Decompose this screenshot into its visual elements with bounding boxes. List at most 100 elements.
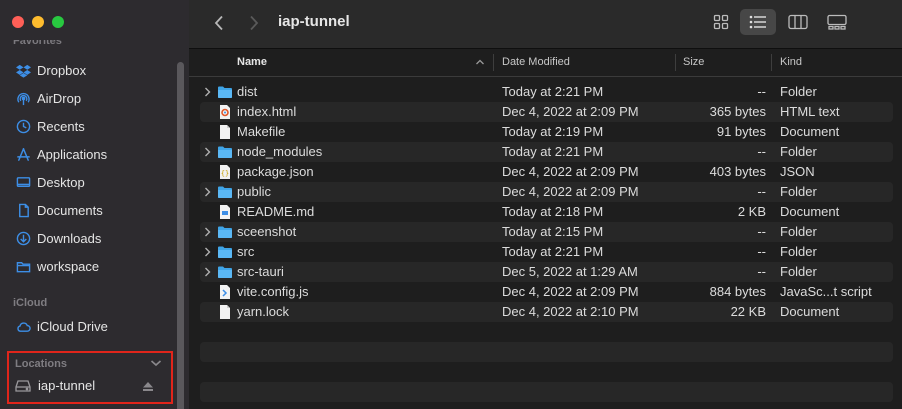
forward-button[interactable]: [244, 13, 264, 33]
file-name: public: [237, 184, 271, 199]
list-view-button[interactable]: [740, 9, 776, 35]
sidebar-item-workspace[interactable]: workspace: [15, 255, 99, 277]
sidebar-item-downloads[interactable]: Downloads: [15, 227, 101, 249]
sidebar-item-iap-tunnel[interactable]: iap-tunnel: [15, 378, 95, 393]
file-icon: [217, 124, 233, 140]
folder-icon: [217, 144, 233, 160]
chevron-right-icon: [250, 15, 259, 31]
file-kind: JavaSc...t script: [780, 284, 872, 299]
file-row[interactable]: yarn.lock Dec 4, 2022 at 2:10 PM 22 KB Docu…: [200, 302, 893, 322]
close-window-button[interactable]: [12, 16, 24, 28]
file-row[interactable]: vite.config.js Dec 4, 2022 at 2:09 PM 884 …: [200, 282, 893, 302]
file-icon: [217, 204, 233, 220]
disclosure-triangle-icon[interactable]: [204, 147, 211, 157]
file-name: package.json: [237, 164, 314, 179]
column-header-date[interactable]: Date Modified: [502, 56, 570, 68]
sidebar-item-label: Downloads: [37, 230, 102, 246]
sidebar-item-label: iap-tunnel: [38, 378, 96, 393]
file-size: 365 bytes: [709, 104, 766, 119]
clock-icon: [15, 118, 31, 134]
sidebar-item-dropbox[interactable]: Dropbox: [15, 59, 86, 81]
file-date: Today at 2:19 PM: [502, 124, 604, 139]
minimize-window-button[interactable]: [32, 16, 44, 28]
sidebar-item-label: workspace: [37, 258, 100, 274]
file-size: 91 bytes: [716, 124, 766, 139]
sidebar-item-label: Applications: [37, 146, 108, 162]
file-row[interactable]: sceenshot Today at 2:15 PM -- Folder: [200, 222, 893, 242]
column-header-size[interactable]: Size: [683, 56, 704, 68]
file-date: Dec 5, 2022 at 1:29 AM: [502, 264, 638, 279]
file-row[interactable]: node_modules Today at 2:21 PM -- Folder: [200, 142, 893, 162]
file-size: --: [757, 84, 766, 99]
sidebar-item-recents[interactable]: Recents: [15, 115, 85, 137]
file-kind: Document: [780, 124, 840, 139]
sidebar-item-icloud-drive[interactable]: iCloud Drive: [15, 315, 108, 337]
empty-row: [200, 382, 893, 402]
file-date: Dec 4, 2022 at 2:10 PM: [502, 304, 639, 319]
gallery-view-button[interactable]: [819, 9, 855, 35]
file-row[interactable]: public Dec 4, 2022 at 2:09 PM -- Folder: [200, 182, 893, 202]
sidebar-item-label: Dropbox: [37, 62, 87, 78]
sidebar-scrollbar[interactable]: [177, 62, 184, 409]
file-date: Today at 2:21 PM: [502, 244, 604, 259]
file-row[interactable]: src Today at 2:21 PM -- Folder: [200, 242, 893, 262]
download-icon: [15, 230, 31, 246]
locations-section: Locations iap-tunnel: [7, 351, 173, 404]
file-name: README.md: [237, 204, 315, 219]
file-kind: Document: [780, 304, 840, 319]
sidebar-item-desktop[interactable]: Desktop: [15, 171, 85, 193]
disclosure-triangle-icon[interactable]: [204, 227, 211, 237]
folder-icon: [217, 244, 233, 260]
disclosure-triangle-icon[interactable]: [204, 187, 211, 197]
file-row[interactable]: README.md Today at 2:18 PM 2 KB Document: [200, 202, 893, 222]
sidebar-item-label: Recents: [37, 118, 85, 134]
list-icon: [749, 15, 766, 29]
file-size: 22 KB: [730, 304, 766, 319]
file-name: node_modules: [237, 144, 323, 159]
sidebar-item-applications[interactable]: Applications: [15, 143, 107, 165]
column-view-button[interactable]: [780, 9, 816, 35]
airdrop-icon: [15, 90, 31, 106]
file-kind: Folder: [780, 264, 817, 279]
disclosure-triangle-icon[interactable]: [204, 247, 211, 257]
favorites-header: Favorites: [13, 40, 62, 47]
disclosure-triangle-icon[interactable]: [204, 87, 211, 97]
empty-row: [200, 342, 893, 362]
folder-icon: [217, 264, 233, 280]
file-row[interactable]: src-tauri Dec 5, 2022 at 1:29 AM -- Folder: [200, 262, 893, 282]
back-button[interactable]: [209, 13, 229, 33]
file-date: Today at 2:15 PM: [502, 224, 604, 239]
file-row[interactable]: {} package.json Dec 4, 2022 at 2:09 PM 403 …: [200, 162, 893, 182]
icon-view-button[interactable]: [703, 9, 739, 35]
zoom-window-button[interactable]: [52, 16, 64, 28]
eject-icon[interactable]: [142, 381, 154, 392]
sidebar-item-documents[interactable]: Documents: [15, 199, 103, 221]
file-row[interactable]: index.html Dec 4, 2022 at 2:09 PM 365 byte…: [200, 102, 893, 122]
file-date: Today at 2:21 PM: [502, 84, 604, 99]
file-date: Today at 2:18 PM: [502, 204, 604, 219]
column-header-name[interactable]: Name: [237, 56, 267, 68]
file-icon: [217, 304, 233, 320]
file-name: src-tauri: [237, 264, 284, 279]
folder-icon: [217, 184, 233, 200]
column-divider[interactable]: [493, 54, 494, 71]
file-row[interactable]: dist Today at 2:21 PM -- Folder: [200, 82, 893, 102]
chevron-left-icon: [214, 15, 223, 31]
column-divider[interactable]: [771, 54, 772, 71]
sort-ascending-icon[interactable]: [475, 58, 485, 66]
file-name: index.html: [237, 104, 297, 119]
file-name: vite.config.js: [237, 284, 309, 299]
file-icon: [217, 104, 233, 120]
sidebar-item-airdrop[interactable]: AirDrop: [15, 87, 81, 109]
sidebar-item-label: Desktop: [37, 174, 85, 190]
document-icon: [15, 202, 31, 218]
file-size: 403 bytes: [709, 164, 766, 179]
column-divider[interactable]: [675, 54, 676, 71]
file-size: --: [757, 184, 766, 199]
disclosure-triangle-icon[interactable]: [204, 267, 211, 277]
svg-text:{}: {}: [221, 170, 229, 178]
chevron-down-icon[interactable]: [150, 358, 162, 368]
file-row[interactable]: Makefile Today at 2:19 PM 91 bytes Document: [200, 122, 893, 142]
column-header-kind[interactable]: Kind: [780, 56, 802, 68]
file-kind: JSON: [780, 164, 815, 179]
